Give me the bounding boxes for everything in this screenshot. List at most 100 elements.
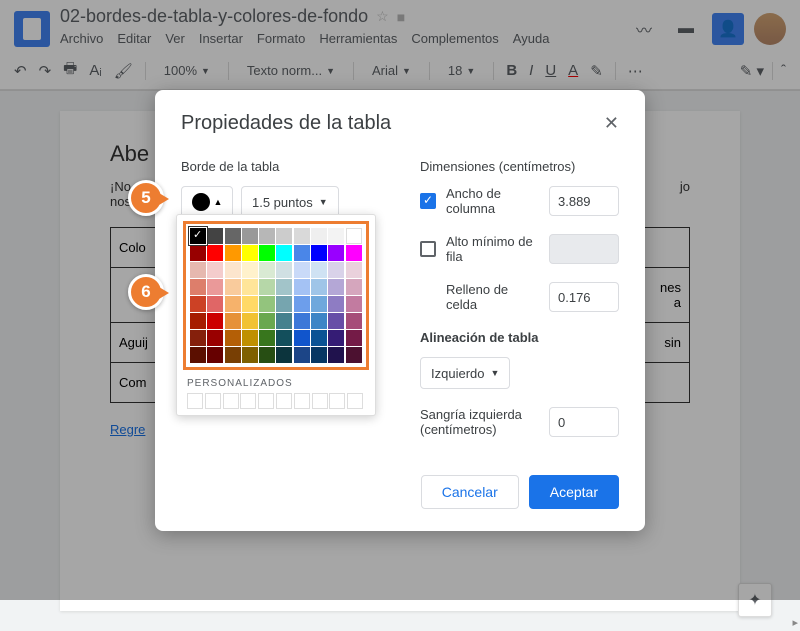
accept-button[interactable]: Aceptar <box>529 475 619 509</box>
color-swatch[interactable] <box>276 347 292 363</box>
color-swatch[interactable] <box>311 330 327 346</box>
color-swatch[interactable] <box>242 279 258 295</box>
color-swatch[interactable] <box>346 228 362 244</box>
color-swatch[interactable] <box>294 245 310 261</box>
color-swatch[interactable] <box>207 262 223 278</box>
color-swatch[interactable] <box>294 313 310 329</box>
color-swatch[interactable] <box>311 279 327 295</box>
color-swatch[interactable] <box>225 330 241 346</box>
color-swatch[interactable] <box>328 347 344 363</box>
custom-swatch[interactable] <box>329 393 345 409</box>
custom-swatch[interactable] <box>294 393 310 409</box>
color-swatch[interactable] <box>225 296 241 312</box>
col-width-input[interactable] <box>549 186 619 216</box>
color-swatch[interactable] <box>294 262 310 278</box>
color-swatch[interactable] <box>207 279 223 295</box>
color-swatch[interactable] <box>259 228 275 244</box>
custom-swatch[interactable] <box>187 393 203 409</box>
color-swatch[interactable] <box>225 245 241 261</box>
color-swatch[interactable] <box>328 228 344 244</box>
row-height-checkbox[interactable] <box>420 241 436 257</box>
custom-swatch[interactable] <box>258 393 274 409</box>
color-swatch[interactable] <box>259 330 275 346</box>
color-swatch[interactable] <box>276 313 292 329</box>
color-swatch[interactable] <box>276 262 292 278</box>
color-swatch[interactable] <box>311 262 327 278</box>
color-swatch[interactable] <box>242 313 258 329</box>
color-swatch[interactable] <box>190 296 206 312</box>
custom-swatch[interactable] <box>347 393 363 409</box>
color-swatch[interactable] <box>311 228 327 244</box>
color-swatch[interactable] <box>346 245 362 261</box>
color-swatch[interactable] <box>242 262 258 278</box>
color-swatch[interactable] <box>346 296 362 312</box>
color-swatch[interactable] <box>328 279 344 295</box>
custom-swatch[interactable] <box>276 393 292 409</box>
color-swatch[interactable] <box>190 279 206 295</box>
color-swatch[interactable] <box>311 245 327 261</box>
cell-padding-input[interactable] <box>549 282 619 312</box>
color-swatch[interactable] <box>276 228 292 244</box>
color-swatch[interactable] <box>328 313 344 329</box>
color-swatch[interactable] <box>346 313 362 329</box>
color-swatch[interactable] <box>190 245 206 261</box>
color-swatch[interactable] <box>259 262 275 278</box>
color-swatch[interactable] <box>346 330 362 346</box>
color-swatch[interactable] <box>311 313 327 329</box>
color-swatch[interactable] <box>276 279 292 295</box>
color-swatch[interactable] <box>346 262 362 278</box>
color-swatch[interactable] <box>346 347 362 363</box>
color-swatch[interactable] <box>242 228 258 244</box>
color-swatch[interactable] <box>242 330 258 346</box>
color-swatch[interactable] <box>259 347 275 363</box>
custom-swatch[interactable] <box>223 393 239 409</box>
close-icon[interactable]: ✕ <box>604 113 619 134</box>
custom-swatch[interactable] <box>240 393 256 409</box>
scroll-right-icon[interactable]: ▸ <box>792 616 798 629</box>
color-swatch[interactable] <box>346 279 362 295</box>
color-swatch[interactable] <box>242 347 258 363</box>
color-swatch[interactable] <box>225 347 241 363</box>
indent-input[interactable] <box>549 407 619 437</box>
color-swatch[interactable] <box>294 228 310 244</box>
color-swatch[interactable] <box>328 330 344 346</box>
color-swatch[interactable] <box>259 245 275 261</box>
color-swatch[interactable] <box>190 330 206 346</box>
custom-swatch[interactable] <box>312 393 328 409</box>
color-swatch[interactable] <box>207 245 223 261</box>
color-swatch[interactable] <box>328 245 344 261</box>
color-swatch[interactable] <box>225 313 241 329</box>
cancel-button[interactable]: Cancelar <box>421 475 519 509</box>
color-swatch[interactable] <box>294 347 310 363</box>
color-swatch[interactable] <box>190 262 206 278</box>
color-swatch[interactable] <box>276 330 292 346</box>
color-swatch[interactable] <box>190 228 206 244</box>
color-swatch[interactable] <box>328 262 344 278</box>
color-swatch[interactable] <box>225 262 241 278</box>
custom-swatch[interactable] <box>205 393 221 409</box>
color-swatch[interactable] <box>207 347 223 363</box>
color-swatch[interactable] <box>276 296 292 312</box>
color-swatch[interactable] <box>259 296 275 312</box>
color-swatch[interactable] <box>242 245 258 261</box>
color-swatch[interactable] <box>207 296 223 312</box>
color-swatch[interactable] <box>207 330 223 346</box>
color-swatch[interactable] <box>190 347 206 363</box>
color-swatch[interactable] <box>294 296 310 312</box>
color-swatch[interactable] <box>242 296 258 312</box>
color-swatch[interactable] <box>311 347 327 363</box>
color-swatch[interactable] <box>207 313 223 329</box>
col-width-checkbox[interactable] <box>420 193 436 209</box>
color-swatch[interactable] <box>276 245 292 261</box>
alignment-select[interactable]: Izquierdo ▼ <box>420 357 510 389</box>
color-swatch[interactable] <box>207 228 223 244</box>
color-swatch[interactable] <box>259 313 275 329</box>
color-swatch[interactable] <box>225 279 241 295</box>
color-swatch[interactable] <box>311 296 327 312</box>
color-swatch[interactable] <box>294 279 310 295</box>
color-swatch[interactable] <box>294 330 310 346</box>
color-swatch[interactable] <box>328 296 344 312</box>
color-swatch[interactable] <box>225 228 241 244</box>
color-swatch[interactable] <box>190 313 206 329</box>
color-swatch[interactable] <box>259 279 275 295</box>
